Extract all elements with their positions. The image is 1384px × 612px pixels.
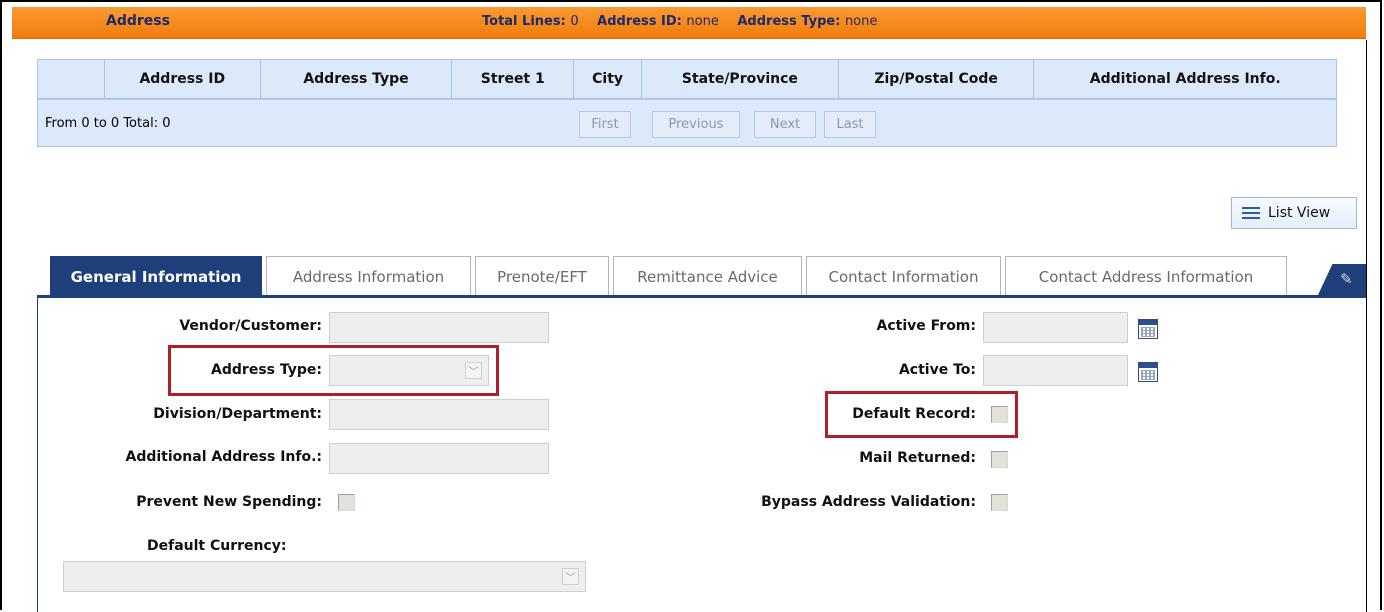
list-view-label: List View bbox=[1268, 205, 1331, 221]
division-department-field[interactable] bbox=[329, 399, 549, 430]
vendor-customer-field[interactable] bbox=[329, 312, 549, 343]
tab-prenote-eft[interactable]: Prenote/EFT bbox=[475, 256, 609, 296]
first-page-button[interactable]: First bbox=[579, 111, 631, 138]
column-zip-postal-code[interactable]: Zip/Postal Code bbox=[837, 60, 1034, 98]
column-address-id[interactable]: Address ID bbox=[103, 60, 260, 98]
bypass-address-validation-checkbox[interactable] bbox=[991, 494, 1008, 511]
list-icon bbox=[1242, 206, 1260, 220]
grid-pager: From 0 to 0 Total: 0 First Previous Next… bbox=[37, 99, 1337, 147]
active-to-calendar-icon[interactable] bbox=[1138, 362, 1158, 382]
address-grid-header: Address ID Address Type Street 1 City St… bbox=[37, 59, 1337, 99]
tab-general-information[interactable]: General Information bbox=[50, 256, 262, 296]
address-id-label: Address ID: bbox=[597, 14, 682, 29]
total-lines-label: Total Lines: bbox=[482, 14, 566, 29]
prevent-new-spending-checkbox[interactable] bbox=[338, 494, 355, 511]
column-address-type[interactable]: Address Type bbox=[259, 60, 452, 98]
prevent-new-spending-label: Prevent New Spending: bbox=[136, 494, 322, 510]
address-type-header-label: Address Type: bbox=[737, 14, 841, 29]
default-currency-select[interactable]: ﹀ bbox=[63, 561, 586, 592]
pager-info: From 0 to 0 Total: 0 bbox=[45, 116, 171, 131]
column-city[interactable]: City bbox=[573, 60, 641, 98]
total-lines-value: 0 bbox=[570, 14, 579, 29]
additional-address-info-field[interactable] bbox=[329, 443, 549, 474]
active-from-calendar-icon[interactable] bbox=[1138, 319, 1158, 339]
chevron-down-icon: ﹀ bbox=[562, 568, 579, 585]
active-to-label: Active To: bbox=[898, 362, 976, 378]
next-page-button[interactable]: Next bbox=[754, 111, 816, 138]
tab-contact-information[interactable]: Contact Information bbox=[806, 256, 1001, 296]
last-page-button[interactable]: Last bbox=[824, 111, 876, 138]
column-street-1[interactable]: Street 1 bbox=[451, 60, 573, 98]
vendor-customer-label: Vendor/Customer: bbox=[179, 318, 322, 334]
division-department-label: Division/Department: bbox=[153, 406, 322, 422]
default-currency-label: Default Currency: bbox=[147, 538, 287, 554]
list-view-button[interactable]: List View bbox=[1231, 197, 1357, 229]
mail-returned-checkbox[interactable] bbox=[991, 451, 1008, 468]
pin-icon: ✎ bbox=[1340, 270, 1353, 288]
section-title: Address bbox=[106, 13, 170, 29]
active-to-field[interactable] bbox=[983, 355, 1128, 386]
default-record-highlight bbox=[825, 391, 1018, 438]
column-state-province[interactable]: State/Province bbox=[641, 60, 838, 98]
address-id-value: none bbox=[686, 14, 719, 29]
tab-contact-address-information[interactable]: Contact Address Information bbox=[1005, 256, 1287, 296]
additional-address-info-label: Additional Address Info.: bbox=[125, 449, 323, 465]
bypass-address-validation-label: Bypass Address Validation: bbox=[761, 494, 976, 510]
grid-select-column[interactable] bbox=[38, 60, 104, 98]
mail-returned-label: Mail Returned: bbox=[859, 450, 976, 466]
active-from-field[interactable] bbox=[983, 312, 1128, 343]
address-header-bar: Address Total Lines: 0 Address ID: none … bbox=[12, 7, 1366, 39]
address-type-header-value: none bbox=[844, 14, 878, 29]
column-additional-address-info[interactable]: Additional Address Info. bbox=[1033, 60, 1336, 98]
active-from-label: Active From: bbox=[876, 318, 977, 334]
tab-address-information[interactable]: Address Information bbox=[266, 256, 471, 296]
header-meta: Total Lines: 0 Address ID: none Address … bbox=[482, 14, 891, 29]
tab-remittance-advice[interactable]: Remittance Advice bbox=[613, 256, 802, 296]
panel-right-border bbox=[1366, 40, 1367, 612]
previous-page-button[interactable]: Previous bbox=[652, 111, 740, 138]
address-type-highlight bbox=[168, 345, 499, 396]
